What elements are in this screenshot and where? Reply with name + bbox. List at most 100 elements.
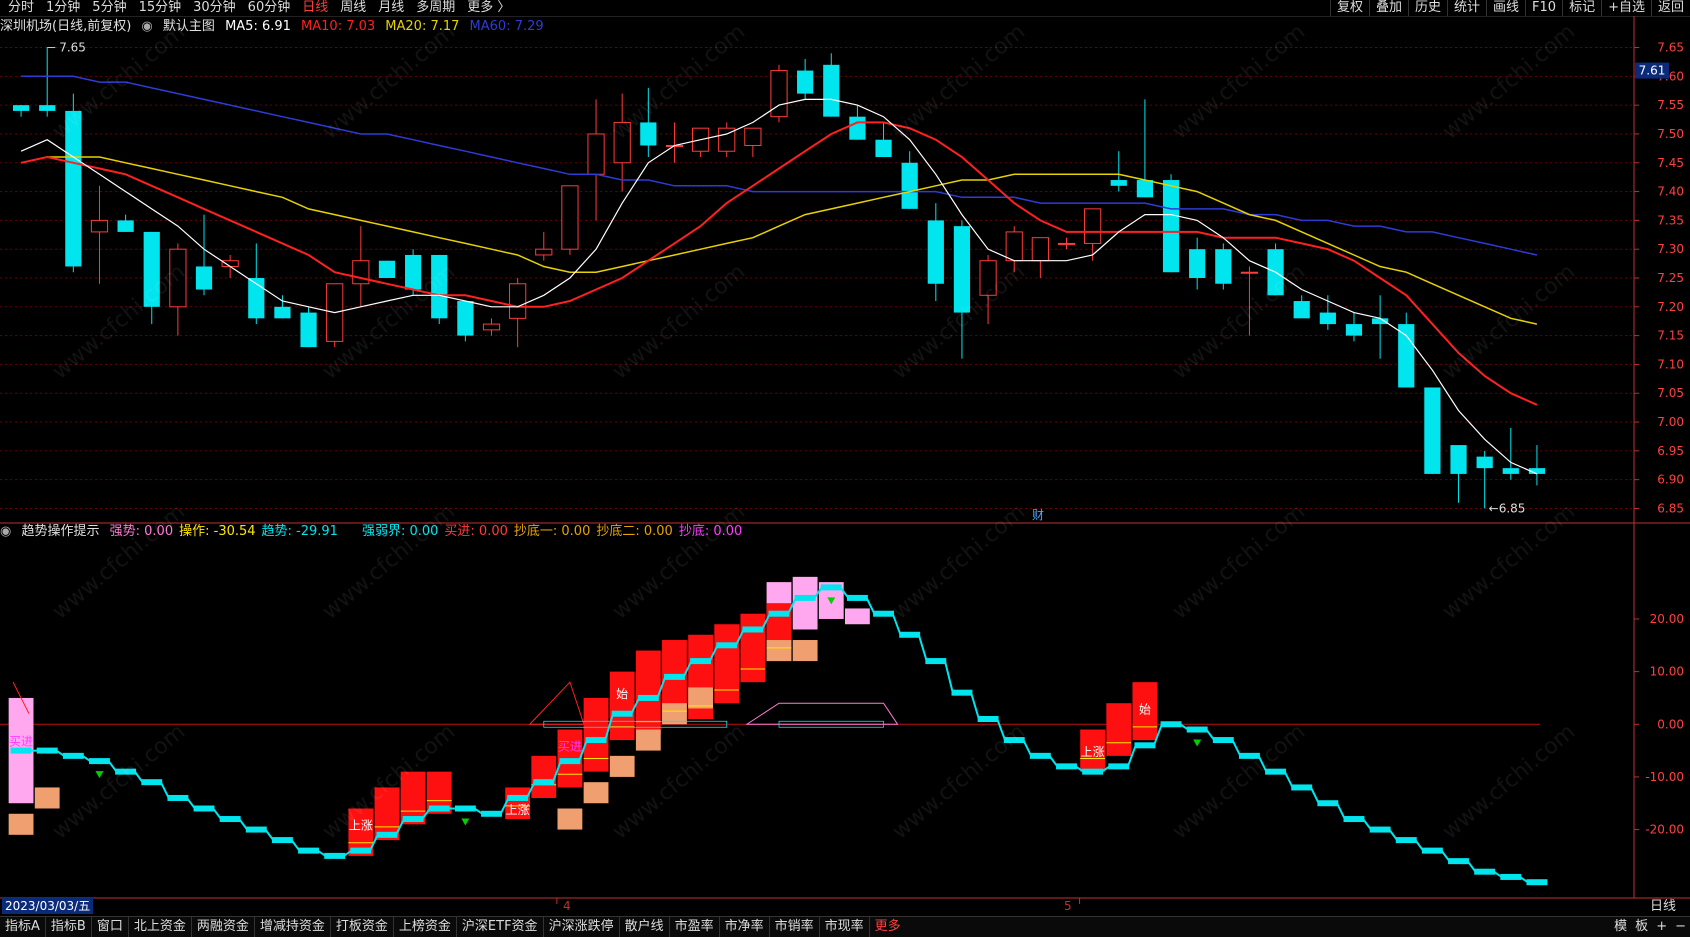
operate-bar [609, 671, 635, 741]
candle-body [535, 248, 553, 256]
trend-step [89, 758, 110, 765]
candle-body [797, 70, 814, 94]
watermark-text: www.cfchi.com [48, 499, 190, 624]
period-indicator[interactable]: 日线 [1636, 898, 1690, 915]
bottom-tab-12[interactable]: 市净率 [720, 917, 770, 937]
candle-body [457, 301, 474, 336]
operate-bar [635, 650, 661, 735]
buy-label: 买进 [558, 740, 582, 754]
bottom-tab-0[interactable]: 指标A [0, 917, 46, 937]
price-tick-label: 7.10 [1657, 357, 1684, 371]
operate-bar [531, 755, 557, 798]
bottom-tab-9[interactable]: 沪深涨跌停 [544, 917, 620, 937]
candle-body [1031, 237, 1049, 262]
watermark-text: www.cfchi.com [1438, 719, 1580, 844]
bottom-tab-10[interactable]: 散户线 [620, 917, 670, 937]
candle-51 [1345, 312, 1363, 342]
trend-step [742, 626, 764, 633]
candle-body [1057, 242, 1076, 245]
bottom-tab-8[interactable]: 沪深ETF资金 [457, 917, 544, 937]
sell-signal-triangle [1193, 739, 1202, 747]
bottom-control-3[interactable]: − [1675, 917, 1686, 937]
trend-step [36, 747, 58, 754]
watermark-text: www.cfchi.com [888, 19, 1030, 144]
watermark-text: www.cfchi.com [888, 499, 1030, 624]
bottom-bar [583, 782, 609, 804]
price-tick-label: 7.25 [1657, 271, 1684, 285]
trend-step [428, 805, 450, 812]
candle-body [378, 260, 396, 278]
trend-step [585, 737, 607, 744]
candle-body [300, 312, 317, 348]
candle-body [1398, 324, 1415, 388]
operate-bar [1106, 703, 1132, 756]
price-tick-label: 7.50 [1657, 127, 1684, 141]
trend-step [664, 673, 685, 680]
candle-26 [691, 127, 710, 157]
bottom-tab-3[interactable]: 北上资金 [129, 917, 192, 937]
candle-body [1319, 312, 1336, 325]
candle-30 [797, 59, 814, 100]
indicator-tick-label: 10.00 [1650, 665, 1684, 679]
trend-step [1474, 868, 1496, 875]
bottom-tab-1[interactable]: 指标B [46, 917, 92, 937]
month-tick-4: 4 [563, 899, 571, 913]
bottom-tab-14[interactable]: 市现率 [820, 917, 870, 937]
watermark-text: www.cfchi.com [318, 499, 460, 624]
bottom-bar [635, 729, 661, 751]
kline-chart-area[interactable]: 7.657.607.557.507.457.407.357.307.257.20… [0, 0, 1690, 916]
trend-step [62, 752, 84, 759]
candle-52 [1372, 295, 1389, 359]
candle-45 [1189, 237, 1206, 290]
bottom-tab-5[interactable]: 增减持资金 [255, 917, 331, 937]
candle-53 [1398, 312, 1415, 388]
watermark-text: www.cfchi.com [48, 259, 190, 384]
candle-44 [1162, 174, 1180, 273]
trend-step [376, 831, 398, 838]
price-tick-label: 7.35 [1657, 213, 1684, 227]
bottom-tab-2[interactable]: 窗口 [92, 917, 129, 937]
bottom-tab-6[interactable]: 打板资金 [331, 917, 394, 937]
bottom-tab-11[interactable]: 市盈率 [670, 917, 720, 937]
bottom-right-controls: 模板 + − [1614, 917, 1686, 937]
strong-bar [844, 608, 870, 625]
trend-step [716, 642, 738, 649]
candle-body [482, 323, 501, 331]
watermark-text: www.cfchi.com [1438, 19, 1580, 144]
candle-13 [352, 226, 370, 307]
bottom-bar [766, 640, 792, 662]
candle-body [1345, 324, 1363, 336]
watermark-text: www.cfchi.com [1168, 259, 1310, 384]
candle-body [1424, 387, 1441, 474]
watermark-text: www.cfchi.com [318, 19, 460, 144]
candle-body [587, 133, 605, 175]
bottom-tab-4[interactable]: 两融资金 [192, 917, 255, 937]
trend-step [454, 805, 476, 812]
strong-bar [792, 576, 818, 630]
bottom-tab-7[interactable]: 上榜资金 [394, 917, 457, 937]
buy-label: 买进 [9, 734, 33, 748]
candle-55 [1450, 445, 1467, 503]
candle-body [274, 306, 291, 319]
bottom-control-0[interactable]: 模 [1614, 917, 1627, 937]
candle-body [1476, 456, 1493, 469]
bottom-control-1[interactable]: 板 [1635, 917, 1648, 937]
trend-step [1395, 837, 1417, 844]
bottom-tab-13[interactable]: 市销率 [770, 917, 820, 937]
bottom-tab-15[interactable]: 更多 [870, 917, 906, 937]
trend-step [690, 658, 712, 665]
trend-step [1317, 800, 1339, 807]
trend-step [951, 689, 973, 696]
trend-step [637, 694, 659, 701]
start-label: 始 [616, 687, 628, 701]
bottom-control-2[interactable]: + [1656, 917, 1667, 937]
bottom-bar [792, 640, 818, 662]
candle-1 [39, 47, 56, 117]
sell-signal-triangle [95, 771, 104, 779]
price-tick-label: 7.20 [1657, 300, 1684, 314]
indicator-tick-label: 20.00 [1650, 612, 1684, 626]
candle-body [1110, 180, 1127, 186]
trend-step [611, 710, 633, 717]
price-tick-label: 7.00 [1657, 415, 1684, 429]
candle-body [849, 116, 866, 140]
